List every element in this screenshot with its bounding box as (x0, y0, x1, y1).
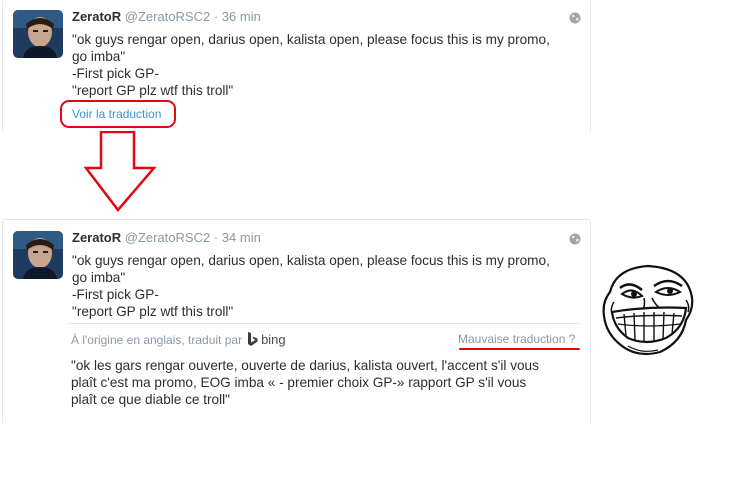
trollface-meme (602, 264, 694, 356)
user-name[interactable]: ZeratoR (72, 9, 121, 24)
globe-icon[interactable] (569, 232, 581, 245)
tweet-line: -First pick GP- (72, 66, 159, 81)
translated-by-label: À l'origine en anglais, traduit par (71, 332, 243, 347)
bad-translation-link[interactable]: Mauvaise traduction ? (458, 332, 575, 346)
down-arrow-annotation (84, 131, 157, 212)
user-handle[interactable]: @ZeratoRSC2 (125, 230, 210, 245)
annotation-highlight-box (60, 100, 176, 128)
tweet-line: go imba" (72, 270, 126, 285)
tweet-card-original: ZeratoR @ZeratoRSC2 · 36 min "ok guys re… (2, 0, 591, 133)
translated-line: "ok les gars rengar ouverte, ouverte de … (71, 358, 539, 373)
separator-dot: · (213, 9, 219, 24)
bing-brand-text: bing (261, 332, 286, 347)
tweet-text: "ok guys rengar open, darius open, kalis… (72, 252, 582, 320)
annotation-underline (459, 348, 580, 350)
translated-line: plaît ce que diable ce troll" (71, 392, 230, 407)
translation-divider (69, 323, 579, 324)
timestamp[interactable]: 36 min (222, 9, 261, 24)
tweet-line: go imba" (72, 49, 126, 64)
tweet-header: ZeratoR @ZeratoRSC2 · 34 min (72, 230, 261, 245)
bing-logo-icon[interactable]: bing (247, 332, 286, 347)
translated-text: "ok les gars rengar ouverte, ouverte de … (71, 357, 586, 408)
translation-attribution: À l'origine en anglais, traduit par bing (71, 332, 286, 347)
tweet-line: -First pick GP- (72, 287, 159, 302)
timestamp[interactable]: 34 min (222, 230, 261, 245)
tweet-header: ZeratoR @ZeratoRSC2 · 36 min (72, 9, 261, 24)
tweet-line: "ok guys rengar open, darius open, kalis… (72, 32, 550, 47)
tweet-text: "ok guys rengar open, darius open, kalis… (72, 31, 582, 99)
globe-icon[interactable] (569, 11, 581, 24)
user-name[interactable]: ZeratoR (72, 230, 121, 245)
avatar[interactable] (13, 231, 63, 279)
avatar[interactable] (13, 10, 63, 58)
translated-line: plaît c'est ma promo, EOG imba « - premi… (71, 375, 527, 390)
user-handle[interactable]: @ZeratoRSC2 (125, 9, 210, 24)
tweet-line: "report GP plz wtf this troll" (72, 83, 234, 98)
separator-dot: · (213, 230, 219, 245)
tweet-line: "report GP plz wtf this troll" (72, 304, 234, 319)
tweet-line: "ok guys rengar open, darius open, kalis… (72, 253, 550, 268)
